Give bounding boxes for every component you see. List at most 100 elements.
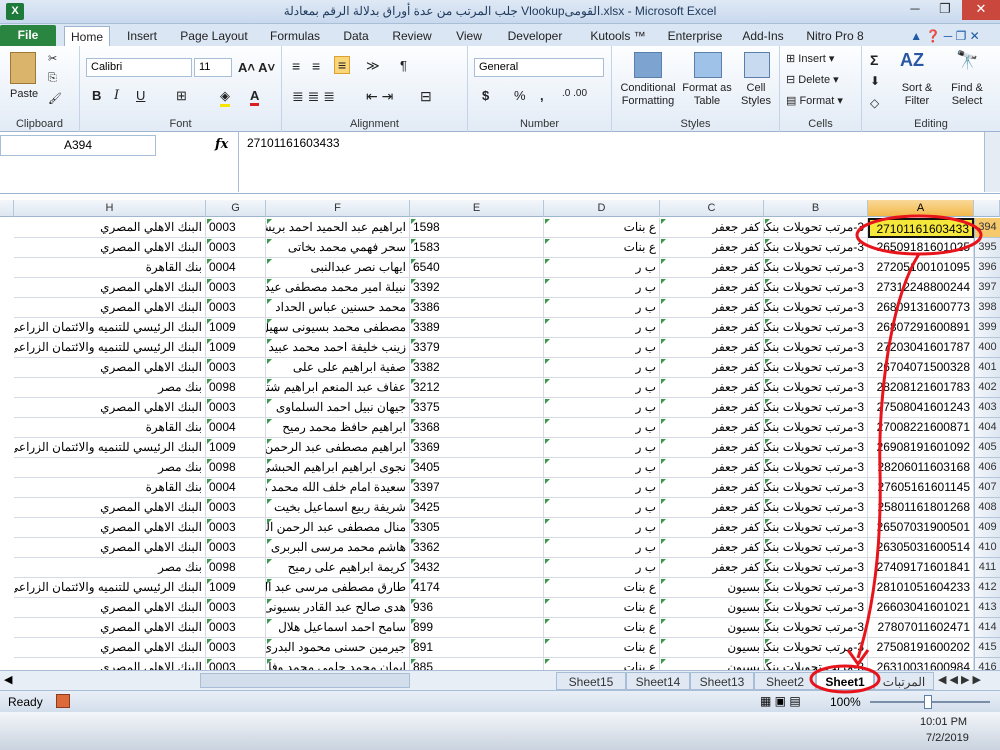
cell-f[interactable]: سعيدة امام خلف الله محمد معلا: [266, 478, 410, 498]
sort-filter-icon[interactable]: AZ: [900, 50, 924, 71]
cell-styles-button[interactable]: Cell Styles: [734, 82, 778, 108]
cell-a[interactable]: 26507031900501: [868, 518, 974, 538]
cell-d[interactable]: ع بنات: [544, 638, 660, 658]
percent-button[interactable]: %: [514, 88, 526, 103]
cell-b[interactable]: 3-مرتب تحويلات بنكية: [764, 438, 868, 458]
hscroll-left-icon[interactable]: ◀: [4, 673, 12, 686]
cell-e[interactable]: 899: [410, 618, 544, 638]
cell-c[interactable]: كفر جعفر: [660, 318, 764, 338]
cell-styles-icon[interactable]: [744, 52, 770, 78]
cell-c[interactable]: كفر جعفر: [660, 458, 764, 478]
cell-f[interactable]: مصطفى محمد بسيونى سهيل: [266, 318, 410, 338]
row-header[interactable]: 399: [974, 318, 1000, 338]
sheet-tab-salaries[interactable]: المرتبات: [874, 672, 934, 690]
cell-b[interactable]: 3-مرتب تحويلات بنكية: [764, 238, 868, 258]
cell-b[interactable]: 3-مرتب تحويلات بنكية: [764, 458, 868, 478]
cell-d[interactable]: ب ر: [544, 558, 660, 578]
tab-review[interactable]: Review: [384, 26, 440, 46]
cell-f[interactable]: جيهان نبيل احمد السلماوى: [266, 398, 410, 418]
cell-f[interactable]: نجوى ابراهيم ابراهيم الحبشى: [266, 458, 410, 478]
tab-developer[interactable]: Developer: [500, 26, 570, 46]
sheet-tab-sheet2[interactable]: Sheet2: [754, 672, 816, 690]
format-as-table-icon[interactable]: [694, 52, 722, 78]
sheet-tab-sheet13[interactable]: Sheet13: [690, 672, 754, 690]
cell-c[interactable]: كفر جعفر: [660, 558, 764, 578]
row-header[interactable]: 402: [974, 378, 1000, 398]
cell-e[interactable]: 3392: [410, 278, 544, 298]
cell-e[interactable]: 3405: [410, 458, 544, 478]
cell-a[interactable]: 26509181601025: [868, 238, 974, 258]
cell-b[interactable]: 3-مرتب تحويلات بنكية: [764, 578, 868, 598]
cell-d[interactable]: ب ر: [544, 378, 660, 398]
cell-h[interactable]: بنك القاهرة: [14, 478, 206, 498]
currency-button[interactable]: $: [482, 88, 489, 103]
row-header[interactable]: 397: [974, 278, 1000, 298]
cell-g[interactable]: 0003: [206, 658, 266, 670]
cell-c[interactable]: بسيون: [660, 578, 764, 598]
cell-e[interactable]: 3375: [410, 398, 544, 418]
zoom-level[interactable]: 100%: [830, 695, 861, 709]
clear-icon[interactable]: ◇: [870, 96, 879, 110]
cell-a[interactable]: 27508041601243: [868, 398, 974, 418]
cell-f[interactable]: نبيلة امير محمد مصطفى عيد: [266, 278, 410, 298]
row-header[interactable]: 401: [974, 358, 1000, 378]
format-painter-icon[interactable]: 🖌: [48, 92, 62, 105]
orientation-icon[interactable]: ≫: [366, 58, 380, 74]
cell-d[interactable]: ب ر: [544, 518, 660, 538]
col-header-e[interactable]: E: [410, 200, 544, 217]
cell-e[interactable]: 3397: [410, 478, 544, 498]
cell-c[interactable]: كفر جعفر: [660, 538, 764, 558]
cell-b[interactable]: 3-مرتب تحويلات بنكية: [764, 278, 868, 298]
cell-d[interactable]: ب ر: [544, 278, 660, 298]
cell-a[interactable]: 26704071500328: [868, 358, 974, 378]
cell-e[interactable]: 1583: [410, 238, 544, 258]
row-header[interactable]: 405: [974, 438, 1000, 458]
cell-e[interactable]: 3382: [410, 358, 544, 378]
tab-page-layout[interactable]: Page Layout: [174, 26, 254, 46]
cell-a[interactable]: 28101051604233: [868, 578, 974, 598]
cell-h[interactable]: البنك الاهلي المصري: [14, 278, 206, 298]
view-buttons-icon[interactable]: ▦ ▣ ▤: [760, 694, 801, 708]
cell-g[interactable]: 1009: [206, 318, 266, 338]
cell-h[interactable]: البنك الاهلي المصري: [14, 358, 206, 378]
paste-button[interactable]: Paste: [10, 88, 38, 100]
row-header[interactable]: 410: [974, 538, 1000, 558]
cell-f[interactable]: كريمة ابراهيم على رميح: [266, 558, 410, 578]
cell-a[interactable]: 26310031600984: [868, 658, 974, 670]
font-name-combo[interactable]: Calibri: [86, 58, 192, 77]
cell-b[interactable]: 3-مرتب تحويلات بنكية: [764, 398, 868, 418]
align-bottom-icon[interactable]: ≡: [334, 56, 351, 74]
cell-f[interactable]: هدى صالح عبد القادر بسيونى: [266, 598, 410, 618]
cell-e[interactable]: 3369: [410, 438, 544, 458]
row-header[interactable]: 406: [974, 458, 1000, 478]
cell-d[interactable]: ب ر: [544, 438, 660, 458]
cell-d[interactable]: ب ر: [544, 318, 660, 338]
underline-button[interactable]: U: [136, 88, 145, 103]
cell-e[interactable]: 3389: [410, 318, 544, 338]
formula-input[interactable]: 27101161603433: [238, 132, 984, 192]
cell-h[interactable]: البنك الرئيسي للتنميه والائتمان الزراعى: [14, 438, 206, 458]
tab-add-ins[interactable]: Add-Ins: [736, 26, 790, 46]
cut-icon[interactable]: ✂: [48, 52, 57, 65]
cell-e[interactable]: 3432: [410, 558, 544, 578]
sheet-tab-sheet1[interactable]: Sheet1: [816, 672, 874, 690]
tab-kutools[interactable]: Kutools ™: [578, 26, 658, 46]
cell-c[interactable]: كفر جعفر: [660, 238, 764, 258]
cell-d[interactable]: ع بنات: [544, 238, 660, 258]
tab-formulas[interactable]: Formulas: [262, 26, 328, 46]
cell-d[interactable]: ب ر: [544, 418, 660, 438]
cell-h[interactable]: البنك الاهلي المصري: [14, 518, 206, 538]
cell-c[interactable]: كفر جعفر: [660, 298, 764, 318]
name-box[interactable]: A394: [0, 135, 156, 156]
col-header-a[interactable]: A: [868, 200, 974, 217]
cell-f[interactable]: ابراهيم حافظ محمد رميح: [266, 418, 410, 438]
col-header-b[interactable]: B: [764, 200, 868, 217]
col-header-g[interactable]: G: [206, 200, 266, 217]
row-header[interactable]: 415: [974, 638, 1000, 658]
cell-g[interactable]: 0003: [206, 238, 266, 258]
row-header[interactable]: 413: [974, 598, 1000, 618]
cell-h[interactable]: البنك الاهلي المصري: [14, 398, 206, 418]
cell-b[interactable]: 3-مرتب تحويلات بنكية: [764, 338, 868, 358]
cell-g[interactable]: 0098: [206, 458, 266, 478]
cell-c[interactable]: كفر جعفر: [660, 398, 764, 418]
